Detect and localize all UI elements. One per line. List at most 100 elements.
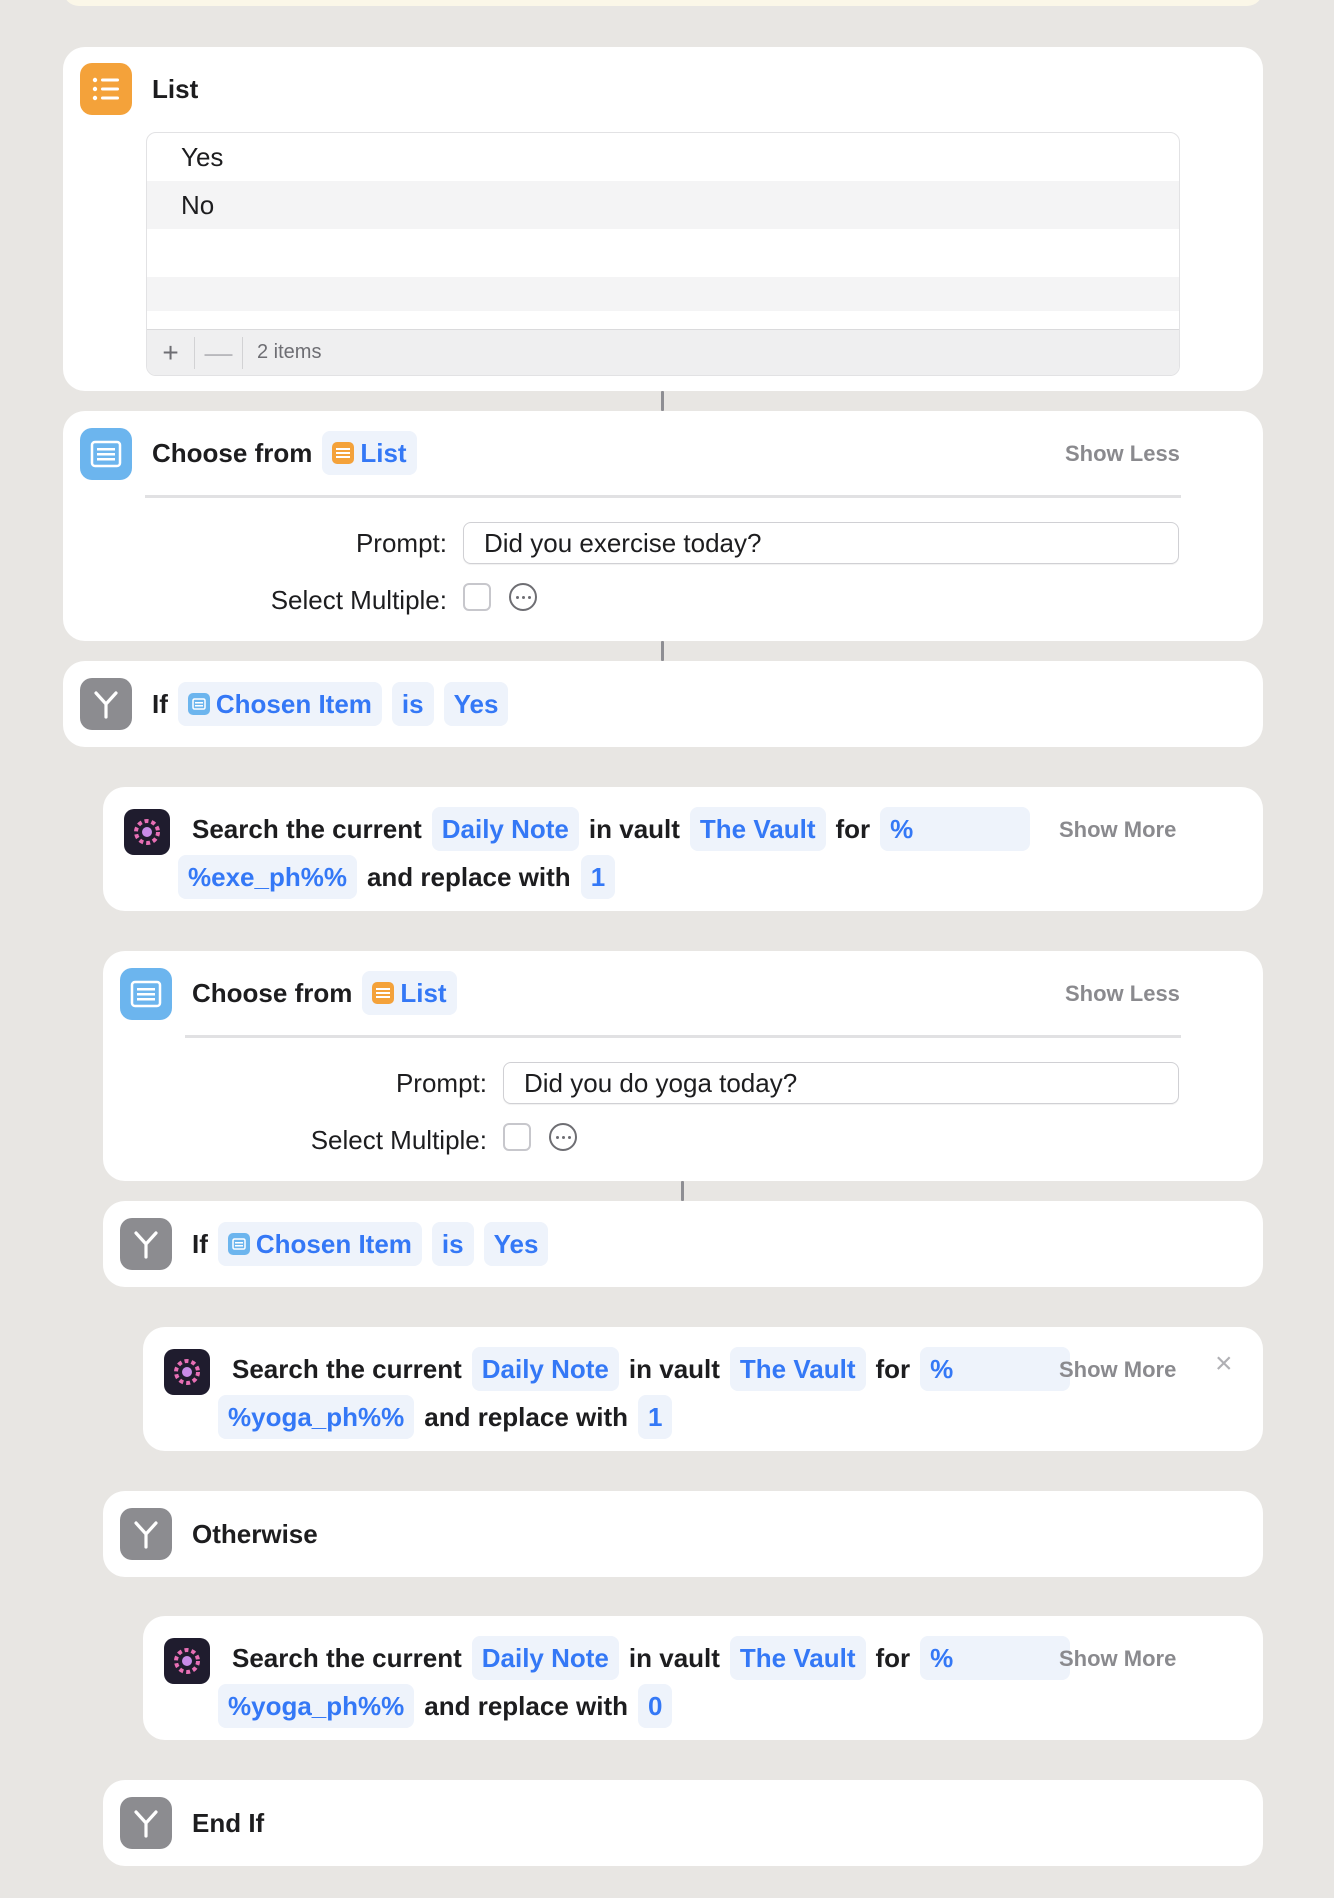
action-label: Search the current: [192, 813, 422, 844]
action-label: Search the current: [232, 1642, 462, 1673]
search-term-token[interactable]: %: [920, 1636, 1071, 1680]
select-multiple-checkbox[interactable]: [503, 1123, 531, 1151]
action-label: for: [875, 1353, 911, 1384]
vault-token[interactable]: The Vault: [729, 1347, 866, 1391]
list-empty-row: [147, 277, 1179, 311]
action-label: in vault: [628, 1642, 720, 1673]
action-label: in vault: [628, 1353, 720, 1384]
choose-from-menu-icon: [187, 693, 210, 715]
more-options-icon[interactable]: [509, 583, 537, 611]
search-term-token[interactable]: %exe_ph%%: [178, 855, 357, 899]
choose-from-menu-card[interactable]: Choose from List Show Less Prompt: Did y…: [103, 951, 1263, 1181]
action-label: and replace with: [424, 1401, 628, 1432]
action-label: Choose from: [192, 977, 353, 1008]
if-keyword: If: [192, 1228, 208, 1259]
list-item[interactable]: Yes: [147, 133, 1179, 181]
close-icon[interactable]: ×: [1215, 1347, 1233, 1381]
more-options-icon[interactable]: [549, 1123, 577, 1151]
search-term-token[interactable]: %: [880, 807, 1031, 851]
chosen-item-token[interactable]: Chosen Item: [217, 1222, 422, 1266]
list-icon: [372, 982, 395, 1004]
choose-from-menu-icon: [80, 428, 132, 480]
gear-flower-app-icon: [164, 1349, 210, 1395]
list-icon: [332, 442, 355, 464]
vault-token[interactable]: The Vault: [689, 807, 826, 851]
previous-action-card-edge: [63, 0, 1263, 6]
condition-operator-token[interactable]: is: [431, 1222, 474, 1266]
list-item[interactable]: No: [147, 181, 1179, 229]
branch-icon: [120, 1797, 172, 1849]
select-multiple-label: Select Multiple:: [270, 585, 447, 615]
list-variable-token[interactable]: List: [362, 971, 457, 1015]
prompt-label: Prompt:: [355, 528, 447, 558]
prompt-input[interactable]: Did you exercise today?: [463, 522, 1179, 564]
show-more-button[interactable]: Show More: [1059, 1646, 1176, 1672]
chosen-item-token[interactable]: Chosen Item: [177, 682, 382, 726]
action-label: for: [875, 1642, 911, 1673]
divider: [185, 1035, 1181, 1038]
list-empty-row: [147, 229, 1179, 277]
condition-value-token[interactable]: Yes: [483, 1222, 549, 1266]
token-label: List: [400, 977, 447, 1008]
token-label: Chosen Item: [255, 1228, 412, 1259]
condition-value-token[interactable]: Yes: [443, 682, 509, 726]
branch-icon: [80, 678, 132, 730]
list-action-card[interactable]: List Yes No + — 2 items: [63, 47, 1263, 391]
replace-value-token[interactable]: 0: [638, 1684, 673, 1728]
list-footer: + — 2 items: [147, 329, 1179, 375]
daily-note-token[interactable]: Daily Note: [471, 1636, 619, 1680]
daily-note-token[interactable]: Daily Note: [431, 807, 579, 851]
gear-flower-app-icon: [124, 809, 170, 855]
gear-flower-app-icon: [164, 1638, 210, 1684]
divider: [145, 495, 1181, 498]
prompt-input[interactable]: Did you do yoga today?: [503, 1062, 1179, 1104]
select-multiple-checkbox[interactable]: [463, 583, 491, 611]
branch-icon: [120, 1218, 172, 1270]
token-label: Chosen Item: [215, 688, 372, 719]
show-more-button[interactable]: Show More: [1059, 1357, 1176, 1383]
action-label: and replace with: [366, 861, 571, 892]
remove-item-button[interactable]: —: [195, 336, 243, 369]
choose-from-menu-icon: [120, 968, 172, 1020]
prompt-label: Prompt:: [395, 1068, 487, 1098]
search-term-token[interactable]: %yoga_ph%%: [218, 1684, 415, 1728]
add-item-button[interactable]: +: [147, 336, 195, 369]
flow-connector: [661, 391, 664, 411]
show-less-button[interactable]: Show Less: [1065, 441, 1180, 467]
search-replace-action-card[interactable]: Search the current Daily Note in vault T…: [143, 1616, 1263, 1740]
list-action-title: List: [152, 74, 199, 104]
flow-connector: [681, 1181, 684, 1201]
action-label: and replace with: [424, 1690, 628, 1721]
select-multiple-label: Select Multiple:: [310, 1125, 487, 1155]
if-action-card[interactable]: If Chosen Item is Yes: [103, 1201, 1263, 1287]
vault-token[interactable]: The Vault: [729, 1636, 866, 1680]
list-table[interactable]: Yes No + — 2 items: [146, 132, 1180, 376]
choose-from-menu-card[interactable]: Choose from List Show Less Prompt: Did y…: [63, 411, 1263, 641]
otherwise-label: Otherwise: [192, 1519, 318, 1549]
end-if-action-card[interactable]: End If: [103, 1780, 1263, 1866]
show-more-button[interactable]: Show More: [1059, 817, 1176, 843]
action-label: in vault: [588, 813, 680, 844]
daily-note-token[interactable]: Daily Note: [471, 1347, 619, 1391]
end-if-label: End If: [192, 1808, 265, 1838]
action-label: Choose from: [152, 437, 313, 468]
replace-value-token[interactable]: 1: [638, 1395, 673, 1439]
condition-operator-token[interactable]: is: [391, 682, 434, 726]
search-replace-action-card[interactable]: Search the current Daily Note in vault T…: [143, 1327, 1263, 1451]
list-variable-token[interactable]: List: [322, 431, 417, 475]
search-term-token[interactable]: %: [920, 1347, 1071, 1391]
if-keyword: If: [152, 688, 168, 719]
search-replace-action-card[interactable]: Search the current Daily Note in vault T…: [103, 787, 1263, 911]
replace-value-token[interactable]: 1: [580, 855, 616, 899]
action-label: for: [835, 813, 871, 844]
flow-connector: [661, 641, 664, 661]
choose-from-menu-icon: [227, 1233, 250, 1255]
item-count: 2 items: [257, 341, 322, 363]
branch-icon: [120, 1508, 172, 1560]
if-action-card[interactable]: If Chosen Item is Yes: [63, 661, 1263, 747]
list-icon: [80, 63, 132, 115]
search-term-token[interactable]: %yoga_ph%%: [218, 1395, 415, 1439]
action-label: Search the current: [232, 1353, 462, 1384]
otherwise-action-card[interactable]: Otherwise: [103, 1491, 1263, 1577]
show-less-button[interactable]: Show Less: [1065, 981, 1180, 1007]
